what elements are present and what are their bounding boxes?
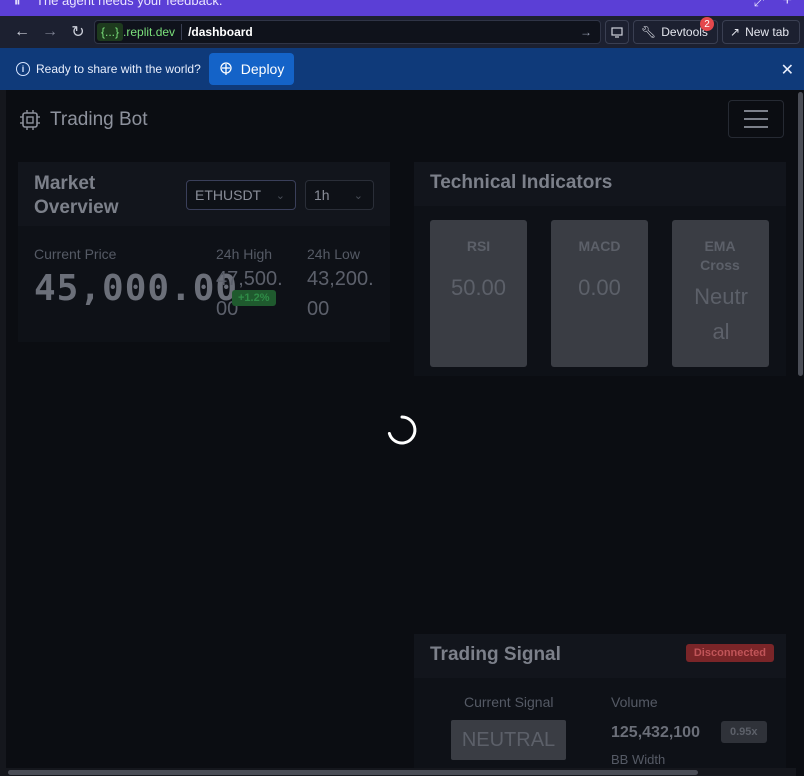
deploy-button[interactable]: Deploy — [208, 53, 295, 85]
current-price-value: 45,000.00 — [34, 268, 239, 309]
reload-icon[interactable]: ↻ — [64, 18, 92, 46]
deploy-banner: i Ready to share with the world? Deploy … — [0, 48, 804, 90]
symbol-value: ETHUSDT — [195, 187, 262, 203]
macd-label: MACD — [578, 238, 621, 254]
url-divider — [181, 24, 183, 40]
agent-feedback-strip[interactable]: ⏸ The agent needs your feedback. ⤢ + — [0, 0, 804, 16]
expand-icon[interactable]: ⤢ — [754, 0, 764, 10]
devtools-button[interactable]: 🔧︎ Devtools 2 — [633, 17, 718, 44]
close-banner-icon[interactable]: ✕ — [781, 60, 794, 80]
new-tab-label: New tab — [745, 25, 790, 39]
interval-select[interactable]: 1h ⌄ — [305, 180, 374, 210]
low-value: 43,200.00 — [307, 268, 374, 320]
external-link-icon: ↗ — [730, 25, 741, 39]
url-path: /dashboard — [188, 25, 253, 39]
devtools-badge: 2 — [700, 17, 714, 31]
chevron-down-icon: ⌄ — [353, 190, 363, 202]
horizontal-scroll-thumb[interactable] — [8, 770, 698, 775]
macd-value: 0.00 — [578, 275, 621, 300]
market-overview-header: Market Overview ETHUSDT ⌄ 1h ⌄ — [18, 162, 390, 226]
technical-indicators-title: Technical Indicators — [430, 172, 613, 193]
current-price-label: Current Price — [34, 246, 117, 262]
ema-cross-tile: EMA Cross Neutral — [672, 220, 769, 367]
info-icon: i — [16, 62, 30, 76]
plus-icon[interactable]: + — [783, 0, 792, 10]
address-bar-row: ← → ↻ {...} .replit.dev /dashboard → 🔧︎ … — [0, 16, 804, 48]
vertical-scroll-thumb[interactable] — [798, 92, 803, 376]
back-arrow-icon[interactable]: ← — [8, 18, 36, 46]
volume-label: Volume — [611, 694, 658, 710]
ema-cross-label: EMA Cross — [700, 238, 740, 273]
ema-cross-value: Neutral — [694, 284, 748, 344]
banner-message: Ready to share with the world? — [36, 62, 201, 76]
volume-ratio-badge: 0.95x — [721, 721, 767, 743]
connection-status-badge: Disconnected — [685, 644, 774, 662]
macd-tile: MACD 0.00 — [551, 220, 648, 367]
wrench-icon: 🔧︎ — [641, 25, 657, 39]
deploy-label: Deploy — [240, 61, 285, 77]
menu-toggle-button[interactable] — [728, 100, 784, 138]
loading-spinner-icon — [387, 415, 417, 445]
rsi-value: 50.00 — [450, 275, 507, 300]
deploy-icon — [220, 62, 232, 75]
chevron-down-icon: ⌄ — [275, 190, 285, 202]
chip-icon — [20, 110, 40, 130]
price-change-badge: +1.2% — [232, 290, 276, 306]
pause-icon[interactable]: ⏸ — [14, 0, 21, 10]
app-navbar: Trading Bot — [6, 90, 796, 148]
forward-arrow-icon[interactable]: → — [36, 18, 64, 46]
open-external-arrow-icon[interactable]: → — [580, 25, 592, 39]
rsi-label: RSI — [466, 238, 491, 254]
interval-value: 1h — [314, 187, 330, 203]
menu-line — [744, 118, 768, 120]
low-label: 24h Low — [307, 246, 360, 262]
brand-name: Trading Bot — [50, 109, 148, 130]
menu-line — [744, 126, 768, 128]
url-field[interactable]: {...} .replit.dev /dashboard → — [94, 20, 601, 44]
menu-line — [744, 110, 768, 112]
trading-signal-card: Trading Signal Disconnected Current Sign… — [414, 634, 786, 768]
current-signal-label: Current Signal — [464, 694, 554, 710]
technical-indicators-header: Technical Indicators — [414, 162, 786, 206]
trading-signal-title: Trading Signal — [430, 644, 561, 665]
new-tab-button[interactable]: ↗ New tab — [722, 20, 800, 44]
agent-feedback-text: The agent needs your feedback. — [36, 0, 223, 8]
volume-value: 125,432,100 — [611, 724, 700, 741]
browser-window: ⏸ The agent needs your feedback. ⤢ + ← →… — [0, 0, 804, 776]
market-overview-card: Market Overview ETHUSDT ⌄ 1h ⌄ Current P… — [18, 162, 390, 342]
vertical-scrollbar[interactable] — [796, 90, 804, 768]
domain-text: .replit.dev — [123, 25, 176, 39]
brand[interactable]: Trading Bot — [18, 108, 148, 132]
high-label: 24h High — [216, 246, 273, 262]
trading-signal-header: Trading Signal Disconnected — [414, 634, 786, 678]
symbol-select[interactable]: ETHUSDT ⌄ — [186, 180, 296, 210]
domain-pill: {...} — [97, 23, 124, 41]
market-overview-title: Market Overview — [34, 173, 119, 218]
current-signal-value: NEUTRAL — [451, 720, 566, 760]
rsi-tile: RSI 50.00 — [430, 220, 527, 367]
horizontal-scrollbar[interactable] — [6, 768, 796, 776]
screen-icon[interactable] — [605, 20, 629, 44]
bb-width-label: BB Width — [611, 752, 666, 767]
